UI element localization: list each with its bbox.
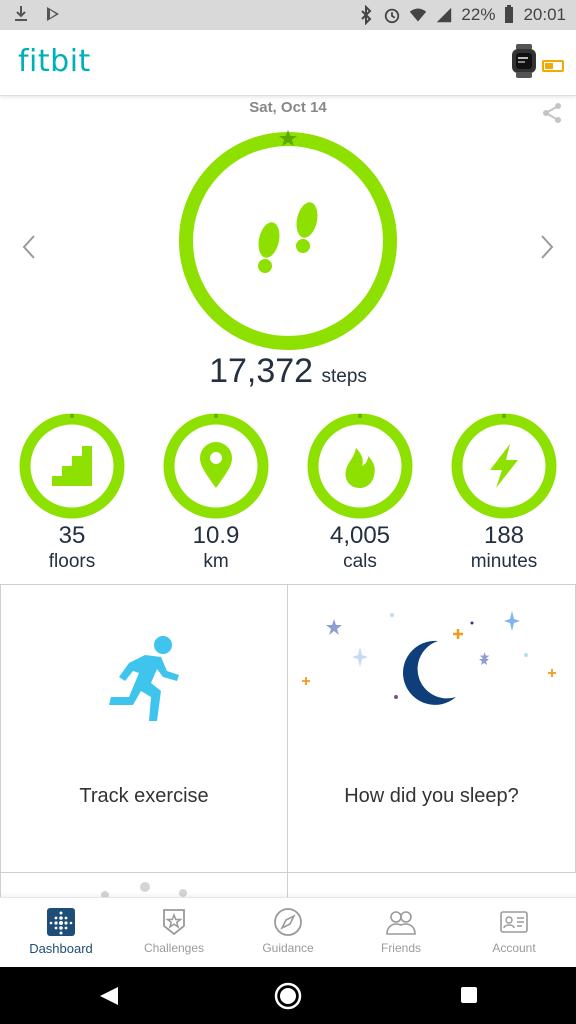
- floors-value: 35: [58, 522, 86, 549]
- compass-icon: [274, 908, 302, 936]
- bottom-tab-bar: Dashboard Challenges Guidance Friends Ac…: [0, 897, 576, 967]
- moon-icon: [402, 640, 456, 705]
- sleep-label: How did you sleep?: [344, 785, 519, 807]
- tab-guidance[interactable]: Guidance: [231, 906, 345, 955]
- stat-distance[interactable]: 10.9 km: [144, 412, 288, 574]
- stat-floors[interactable]: 35 floors: [0, 412, 144, 574]
- tab-friends-label: Friends: [380, 941, 421, 955]
- dashboard-icon: [47, 908, 75, 936]
- flame-icon: [345, 448, 375, 488]
- system-navigation-bar: [0, 967, 576, 1024]
- home-icon[interactable]: [274, 982, 302, 1010]
- location-pin-icon: [200, 442, 232, 488]
- device-status[interactable]: [510, 44, 564, 78]
- battery-icon: [505, 5, 514, 23]
- previous-day-chevron-icon[interactable]: [18, 232, 40, 262]
- active-minutes-label: minutes: [470, 551, 538, 572]
- status-bar: 22% 20:01: [0, 0, 576, 30]
- back-icon[interactable]: [98, 985, 120, 1007]
- tab-friends[interactable]: Friends: [344, 906, 458, 955]
- tiles-grid: Track exercise How did you sleep?: [0, 584, 576, 901]
- tab-dashboard[interactable]: Dashboard: [4, 906, 118, 956]
- steps-unit: steps: [321, 366, 367, 387]
- signal-icon: [437, 7, 452, 23]
- share-icon[interactable]: [540, 101, 564, 125]
- footprints-icon: [258, 202, 318, 273]
- track-exercise-tile[interactable]: Track exercise: [0, 585, 288, 873]
- tab-challenges-label: Challenges: [143, 941, 205, 955]
- watch-icon: [512, 44, 536, 78]
- tab-account[interactable]: Account: [457, 906, 571, 955]
- play-store-icon: [47, 7, 59, 21]
- sleep-tile[interactable]: How did you sleep?: [288, 585, 576, 873]
- alarm-icon: [385, 8, 400, 24]
- stairs-icon: [52, 446, 92, 486]
- lightning-icon: [490, 444, 518, 488]
- account-card-icon: [500, 911, 528, 933]
- wifi-icon: [410, 8, 427, 22]
- download-icon: [15, 6, 27, 21]
- recent-apps-icon[interactable]: [460, 986, 478, 1004]
- date-label: Sat, Oct 14: [249, 99, 327, 116]
- friends-icon: [386, 911, 416, 935]
- battery-percent: 22%: [461, 5, 496, 24]
- distance-label: km: [203, 551, 229, 572]
- sparkle-icon: [504, 611, 520, 631]
- active-minutes-ring: [451, 413, 557, 519]
- stat-calories[interactable]: 4,005 cals: [288, 412, 432, 574]
- distance-value: 10.9: [192, 522, 240, 549]
- steps-summary: 17,372 steps: [0, 352, 576, 391]
- active-minutes-value: 188: [483, 522, 525, 549]
- star-icon: [326, 619, 342, 635]
- next-day-chevron-icon[interactable]: [536, 232, 558, 262]
- calories-ring: [307, 413, 413, 519]
- tab-challenges[interactable]: Challenges: [117, 906, 231, 955]
- app-header: fitbit: [0, 30, 576, 96]
- floors-ring: [19, 413, 125, 519]
- calories-value: 4,005: [329, 522, 391, 549]
- running-person-icon: [109, 636, 179, 721]
- floors-label: floors: [48, 551, 96, 572]
- track-exercise-label: Track exercise: [79, 785, 209, 807]
- distance-ring: [163, 413, 269, 519]
- clock: 20:01: [523, 5, 566, 24]
- battery-low-icon: [542, 60, 564, 72]
- steps-goal-ring[interactable]: [177, 130, 399, 352]
- tab-dashboard-label: Dashboard: [29, 941, 93, 956]
- tab-account-label: Account: [492, 941, 536, 955]
- bluetooth-icon: [361, 5, 372, 25]
- calories-label: cals: [343, 551, 377, 572]
- night-sky-illustration: [302, 611, 556, 705]
- tab-guidance-label: Guidance: [262, 941, 314, 955]
- star-badge-icon: [163, 909, 185, 936]
- fitbit-logo[interactable]: fitbit: [18, 44, 91, 79]
- stat-active-minutes[interactable]: 188 minutes: [432, 412, 576, 574]
- steps-value: 17,372: [209, 352, 314, 390]
